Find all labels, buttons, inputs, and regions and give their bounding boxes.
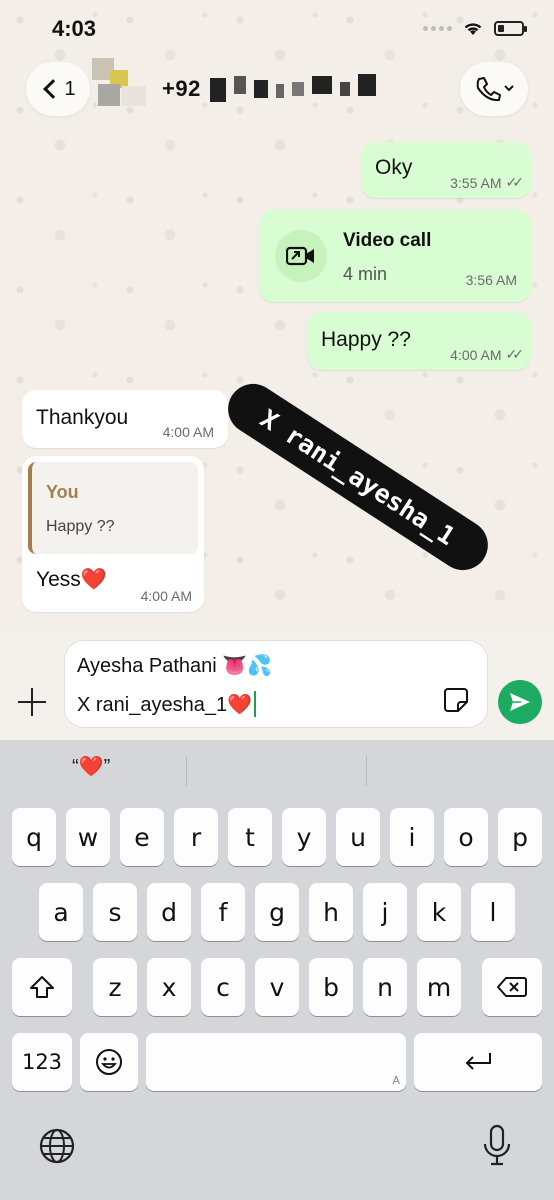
message-bubble-outgoing[interactable]: Oky 3:55 AM ✓✓ [361,142,531,198]
message-time: 4:00 AM [162,424,214,440]
key-t[interactable]: t [228,808,272,866]
unread-count: 1 [64,77,76,100]
key-h[interactable]: h [309,883,353,941]
key-x[interactable]: x [147,958,191,1016]
message-meta: 4:00 AM ✓✓ [450,346,525,363]
status-time: 4:03 [52,16,97,41]
space-hint: A [392,1074,400,1087]
read-ticks-icon: ✓✓ [505,346,525,362]
quoted-sender: You [46,482,79,502]
key-v[interactable]: v [255,958,299,1016]
message-time: 3:55 AM [450,174,502,191]
quoted-message[interactable]: You Happy ?? [28,462,198,554]
key-d[interactable]: d [147,883,191,941]
message-time: 4:00 AM [450,346,502,363]
shift-key[interactable] [12,958,72,1016]
phone-icon [476,77,514,102]
message-meta: 4:00 AM [163,424,214,440]
input-text-line: X rani_ayesha_1❤️ [77,693,253,716]
text-caret [254,691,257,717]
message-text: Oky [375,156,413,179]
shift-icon [30,976,54,998]
microphone-icon[interactable] [482,1124,512,1168]
key-u[interactable]: u [336,808,380,866]
key-i[interactable]: i [390,808,434,866]
key-g[interactable]: g [255,883,299,941]
key-y[interactable]: y [282,808,326,866]
backspace-icon [497,977,527,997]
message-meta: 3:55 AM ✓✓ [450,174,525,191]
globe-icon[interactable] [38,1127,76,1165]
key-o[interactable]: o [444,808,488,866]
key-q[interactable]: q [12,808,56,866]
key-e[interactable]: e [120,808,164,866]
emoji-key[interactable] [80,1033,138,1091]
battery-icon [494,20,527,36]
back-button[interactable]: 1 [26,62,90,116]
emoji-icon [96,1049,122,1075]
key-b[interactable]: b [309,958,353,1016]
key-r[interactable]: r [174,808,218,866]
status-icons [423,20,527,36]
redacted-number [210,72,376,102]
key-a[interactable]: a [39,883,83,941]
return-key[interactable] [414,1033,542,1091]
video-call-title: Video call [343,230,432,251]
sticker-icon[interactable] [443,687,469,713]
key-j[interactable]: j [363,883,407,941]
space-key[interactable]: A [146,1033,406,1091]
input-text-line: Ayesha Pathani 👅💦 [77,655,273,677]
signal-icon [423,25,452,31]
message-meta: 4:00 AM [141,588,192,604]
chevron-left-icon [43,79,64,99]
quoted-text: Happy ?? [46,518,115,535]
suggestion-1[interactable]: “❤️” [72,754,110,779]
key-n[interactable]: n [363,958,407,1016]
video-call-icon [275,230,327,282]
message-meta: 3:56 AM [466,272,517,288]
key-k[interactable]: k [417,883,461,941]
key-p[interactable]: p [498,808,542,866]
message-text: Thankyou [36,406,129,429]
read-ticks-icon: ✓✓ [505,174,525,190]
message-text: Happy ?? [321,328,411,351]
numbers-key[interactable]: 123 [12,1033,72,1091]
avatar[interactable] [92,58,150,110]
call-button[interactable] [460,62,528,116]
message-bubble-incoming[interactable]: You Happy ?? Yess❤️ 4:00 AM [22,456,204,612]
key-s[interactable]: s [93,883,137,941]
message-time: 3:56 AM [465,272,517,288]
message-time: 4:00 AM [140,588,192,604]
input-text-line-2: X rani_ayesha_1❤️ [77,691,257,717]
return-icon [465,1053,491,1070]
key-l[interactable]: l [471,883,515,941]
message-bubble-outgoing[interactable]: Happy ?? 4:00 AM ✓✓ [307,312,531,370]
contact-name[interactable]: +92 [162,76,201,102]
key-m[interactable]: m [417,958,461,1016]
video-call-duration: 4 min [343,264,388,284]
message-text: Yess❤️ [36,568,107,591]
video-call-bubble[interactable]: Video call 4 min 3:56 AM [259,210,531,302]
send-button[interactable] [498,680,542,724]
message-input[interactable]: Ayesha Pathani 👅💦 X rani_ayesha_1❤️ [64,640,488,728]
status-bar: 4:03 [0,0,554,56]
suggestion-bar: “❤️” [0,740,554,800]
send-icon [510,693,530,711]
backspace-key[interactable] [482,958,542,1016]
key-w[interactable]: w [66,808,110,866]
message-bubble-incoming[interactable]: Thankyou 4:00 AM [22,390,228,448]
wifi-icon [464,23,482,35]
key-f[interactable]: f [201,883,245,941]
key-c[interactable]: c [201,958,245,1016]
key-z[interactable]: z [93,958,137,1016]
plus-icon[interactable] [14,684,50,720]
